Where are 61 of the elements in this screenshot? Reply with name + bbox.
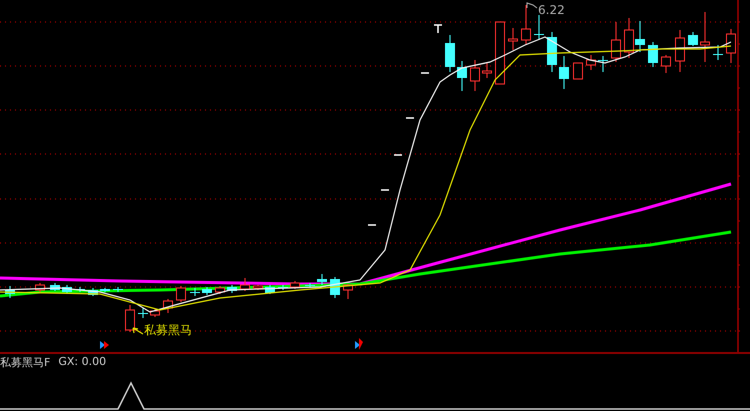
candlestick — [675, 30, 685, 72]
candlestick — [457, 60, 467, 92]
candlestick — [150, 308, 160, 318]
candlestick — [290, 280, 300, 290]
candlestick — [62, 284, 72, 294]
candlestick — [343, 284, 353, 300]
candlestick — [700, 12, 710, 62]
candlestick — [624, 18, 634, 58]
candlestick — [113, 286, 123, 292]
candlestick — [713, 44, 723, 60]
candlestick — [381, 189, 389, 191]
candlestick — [433, 24, 443, 34]
candlestick — [573, 62, 583, 80]
candlestick — [240, 278, 250, 292]
signal-label: 私募黑马 — [144, 322, 192, 339]
candlestick — [586, 54, 596, 70]
candlestick — [88, 288, 98, 296]
candlestick — [176, 286, 186, 302]
arrow-icon — [132, 327, 144, 335]
signal-marker-icon — [355, 338, 363, 350]
candlestick — [661, 54, 671, 74]
candlestick — [534, 14, 544, 40]
indicator-title: 私募黑马F — [0, 355, 50, 371]
candlestick — [648, 42, 658, 68]
candlestick — [125, 304, 135, 332]
candlestick — [227, 284, 237, 294]
candlestick — [470, 60, 480, 92]
candlestick — [100, 288, 110, 292]
candlestick — [688, 32, 698, 46]
candlestick — [482, 62, 492, 78]
candlestick — [35, 282, 45, 292]
candlestick — [278, 284, 288, 290]
candlestick — [598, 56, 608, 72]
candlestick — [394, 154, 402, 156]
candlestick — [317, 274, 327, 286]
candlestick — [215, 286, 225, 294]
candlestick — [421, 72, 429, 74]
candlestick — [190, 288, 200, 296]
candlestick — [265, 284, 275, 294]
candlestick — [305, 282, 315, 288]
candlestick — [202, 286, 212, 296]
candlestick — [406, 117, 414, 119]
indicator-reading: GX: 0.00 — [58, 355, 106, 370]
candlestick — [611, 22, 621, 62]
leader-line — [526, 2, 538, 8]
candlestick — [547, 32, 557, 72]
candlestick — [445, 34, 455, 72]
candlestick — [635, 20, 645, 52]
candlestick — [726, 28, 736, 64]
candlestick — [50, 282, 60, 292]
candlestick — [521, 4, 531, 46]
candlestick — [495, 22, 505, 84]
max-price-label: 6.22 — [538, 3, 565, 17]
candlestick — [163, 298, 173, 314]
candlestick — [253, 284, 263, 290]
candlestick — [368, 224, 376, 226]
candlestick — [508, 28, 518, 50]
candlestick — [138, 308, 148, 318]
signal-marker-icon — [100, 341, 109, 349]
candlestick — [559, 56, 569, 90]
candlestick — [5, 286, 15, 298]
